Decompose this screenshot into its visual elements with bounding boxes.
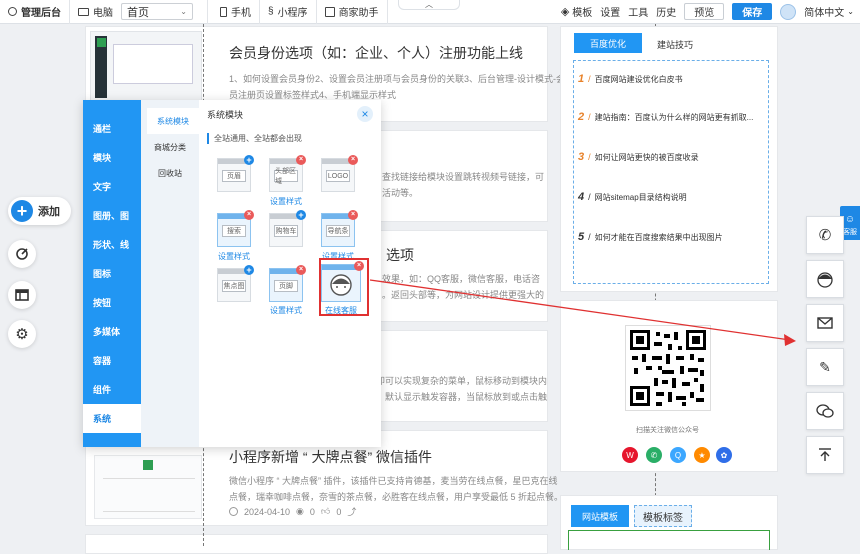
wechat-button[interactable] <box>806 392 844 430</box>
side-tab-label: 客服 <box>843 229 857 236</box>
back-to-top-button[interactable] <box>806 436 844 474</box>
mail-icon <box>817 317 833 329</box>
arrow-up-icon <box>819 448 831 461</box>
pencil-icon: ✎ <box>819 358 831 375</box>
service-avatar-icon <box>817 272 833 288</box>
phone-icon: ✆ <box>818 227 832 244</box>
email-button[interactable] <box>806 304 844 342</box>
feedback-button[interactable]: ✎ <box>806 348 844 386</box>
phone-contact-button[interactable]: ✆ <box>806 216 844 254</box>
online-service-button[interactable] <box>806 260 844 298</box>
headset-icon: ☺ <box>844 214 856 225</box>
annotation-arrow <box>369 279 796 346</box>
wechat-icon <box>816 404 834 418</box>
